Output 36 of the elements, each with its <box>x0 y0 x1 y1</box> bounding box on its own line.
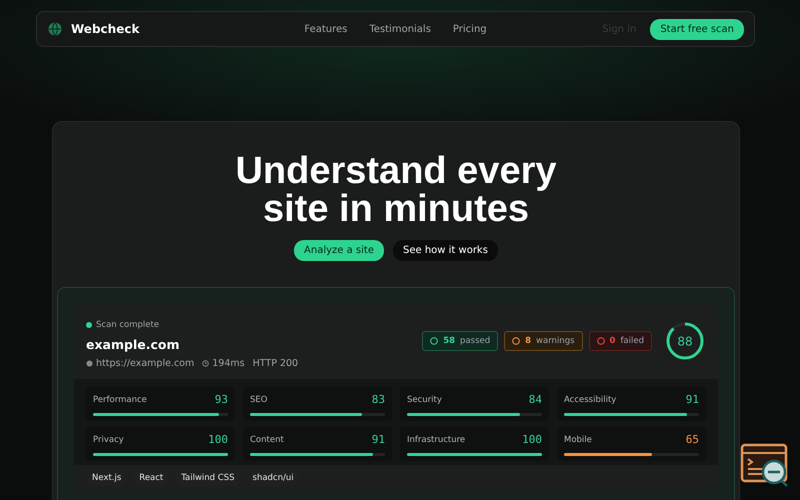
metric-score: 84 <box>528 393 542 406</box>
how-it-works-button[interactable]: See how it works <box>393 240 498 261</box>
analyze-button[interactable]: Analyze a site <box>294 240 384 261</box>
http-status: HTTP 200 <box>252 358 298 369</box>
nav-link[interactable]: Testimonials <box>369 24 431 34</box>
metric-score: 83 <box>372 393 385 406</box>
result-badge: 58 passed <box>422 331 498 351</box>
metric-name: Security <box>407 394 442 404</box>
result-badge: 0 failed <box>588 331 652 351</box>
nav-link[interactable]: Features <box>304 24 348 34</box>
response-time: 194ms <box>212 358 245 369</box>
clock-icon <box>202 360 210 367</box>
nav-link[interactable]: Pricing <box>452 24 487 34</box>
metric-score: 93 <box>214 393 228 406</box>
hero-heading: Understand every <box>235 152 556 190</box>
score-ring: 88 <box>664 320 706 362</box>
metric-score: 65 <box>686 433 699 446</box>
brand-name: Webcheck <box>71 22 140 36</box>
hero-heading: site in minutes <box>262 190 530 228</box>
metric-score: 91 <box>372 433 385 446</box>
metric-name: Performance <box>93 394 147 404</box>
metric-name: Privacy <box>93 434 124 444</box>
metric-score: 100 <box>522 433 542 446</box>
start-scan-button[interactable]: Start free scan <box>650 18 744 40</box>
metric-name: Mobile <box>564 434 592 444</box>
metric-score: 100 <box>208 433 228 446</box>
metric-name: SEO <box>250 394 268 404</box>
metric-score: 91 <box>686 393 699 406</box>
metric-name: Infrastructure <box>407 434 466 444</box>
metric-name: Accessibility <box>564 394 616 404</box>
result-badge: 8 warnings <box>504 331 583 351</box>
site-url: https://example.com <box>96 358 194 369</box>
status-dot <box>86 322 92 328</box>
domain-title: example.com <box>86 337 180 352</box>
metric-name: Content <box>250 434 284 444</box>
scan-status: Scan complete <box>96 320 160 330</box>
